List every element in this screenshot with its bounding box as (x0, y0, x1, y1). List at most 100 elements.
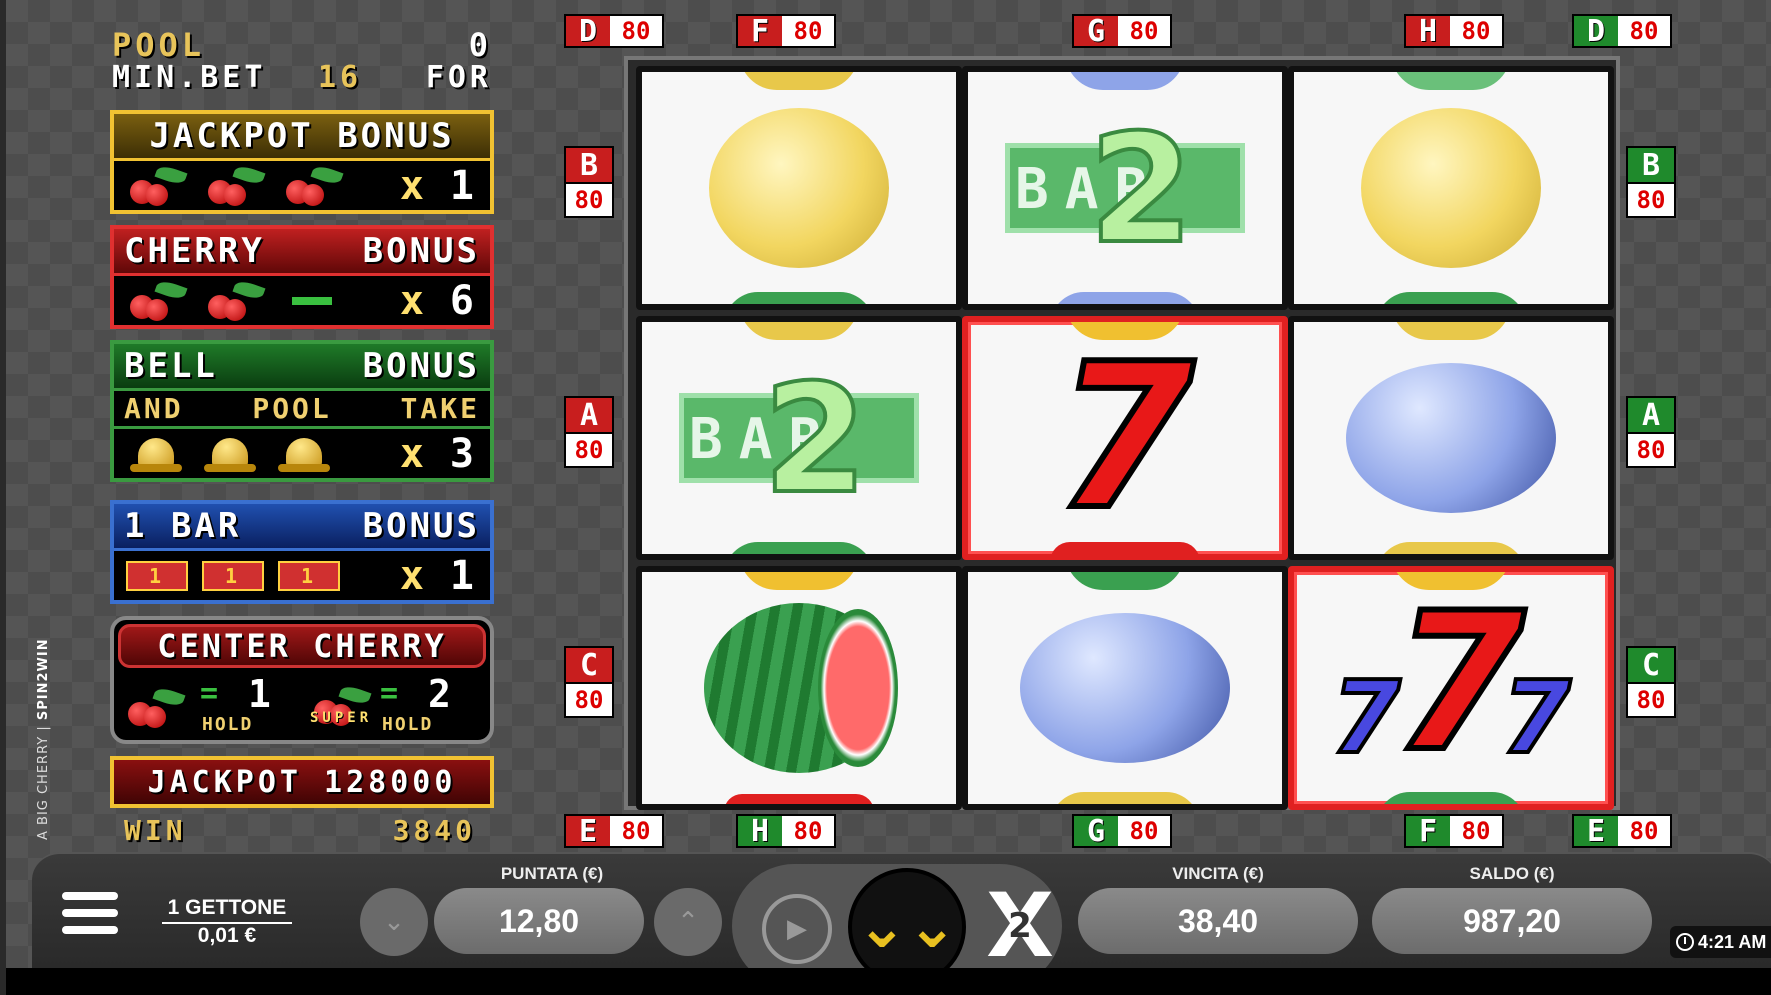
min-bet-suffix: FOR (425, 60, 492, 95)
autoplay-button[interactable]: ▶ (762, 894, 832, 964)
min-bet-row: MIN.BET 16 FOR (112, 60, 492, 96)
line-bet: 80 (610, 816, 662, 846)
game-title: A BIG CHERRY (36, 735, 51, 840)
bet-decrease-button[interactable]: ⌄ (360, 888, 428, 956)
cherry-bonus-header: CHERRY BONUS (114, 229, 490, 273)
bar-number: 2 (761, 351, 869, 529)
line-bet: 80 (564, 184, 614, 218)
reel-cell-red-seven-winning: 7 (962, 316, 1288, 560)
bar-2-icon: BAR 2 (679, 351, 919, 529)
line-bet: 80 (1626, 684, 1676, 718)
line-letter: D (566, 14, 610, 49)
equals-sign: = (380, 676, 403, 711)
double-up-button[interactable]: X 2 (982, 882, 1058, 970)
line-bet: 80 (1450, 816, 1502, 846)
line-marker-top: F 80 (736, 14, 836, 49)
game-stage: POOL 0 MIN.BET 16 FOR JACKPOT BONUS x1 C… (0, 0, 1771, 995)
win-value-display: 38,40 (1078, 888, 1358, 954)
clock-icon (1676, 933, 1694, 951)
pool-value: 0 (468, 26, 492, 64)
menu-button[interactable] (62, 892, 118, 942)
win-row: WIN 3840 (124, 814, 476, 850)
line-letter: E (1574, 814, 1618, 849)
coin-value-selector[interactable]: 1 GETTONE 0,01 € (162, 896, 292, 948)
win-caption: VINCITA (€) (1172, 864, 1264, 883)
plum-icon (1346, 363, 1556, 513)
bell-bonus-subtitle: AND POOL TAKE (114, 388, 490, 426)
jackpot-display: JACKPOT 128000 (110, 756, 494, 808)
equals-sign: = (200, 676, 223, 711)
bell-icon (274, 434, 334, 474)
bet-increase-button[interactable]: ⌃ (654, 888, 722, 956)
min-bet-label: MIN.BET (112, 60, 267, 95)
line-marker-bottom: G 80 (1072, 814, 1172, 849)
bell-sub-word: POOL (252, 392, 332, 425)
line-marker-top: D 80 (1572, 14, 1672, 49)
center-cherry-super-value: 2 (428, 672, 455, 716)
one-bar-icon: 1 (126, 560, 188, 591)
bet-value-display: 12,80 (434, 888, 644, 954)
line-letter: H (738, 814, 782, 849)
pool-row: POOL 0 (112, 26, 492, 64)
coin-label: 1 GETTONE (162, 896, 292, 924)
balance-caption: SALDO (€) (1469, 864, 1555, 883)
line-letter: C (1626, 646, 1676, 684)
line-marker-right: B 80 (1626, 146, 1676, 218)
line-bet: 80 (564, 684, 614, 718)
line-bet: 80 (1626, 434, 1676, 468)
jackpot-bonus-combo: x1 (114, 158, 490, 210)
line-marker-top: H 80 (1404, 14, 1504, 49)
bar-bonus-title: 1 BAR (124, 506, 242, 546)
line-marker-left: C 80 (564, 646, 614, 718)
chevron-down-icon: ⌄ (383, 907, 405, 937)
line-letter: E (566, 814, 610, 849)
cherry-icon (204, 162, 268, 208)
multiply-sign: x (399, 162, 428, 209)
line-letter: G (1074, 814, 1118, 849)
cherry-bonus-multiplier: 6 (449, 277, 478, 324)
watermelon-icon (704, 603, 898, 773)
line-bet: 80 (1118, 16, 1170, 46)
center-cherry-title: CENTER CHERRY (118, 624, 486, 668)
balance-value-display: 987,20 (1372, 888, 1652, 954)
reel-cell-bar-2: BAR 2 (636, 316, 962, 560)
x2-number: 2 (1008, 906, 1032, 946)
bar-bonus-title-suffix: BONUS (362, 506, 480, 546)
line-letter: B (564, 146, 614, 184)
cherry-bonus-combo: x6 (114, 273, 490, 325)
win-value: 3840 (392, 814, 476, 847)
line-bet: 80 (1118, 816, 1170, 846)
bar-number: 2 (1087, 101, 1195, 279)
line-letter: G (1074, 14, 1118, 49)
line-marker-bottom: F 80 (1404, 814, 1504, 849)
line-marker-right: A 80 (1626, 396, 1676, 468)
bell-bonus-multiplier: 3 (449, 430, 478, 477)
line-marker-top: D 80 (564, 14, 664, 49)
bell-bonus-title-suffix: BONUS (362, 346, 480, 386)
hold-label: HOLD (382, 714, 434, 735)
red-seven-glyph: 7 (1390, 572, 1528, 793)
bar-bonus-header: 1 BAR BONUS (114, 504, 490, 548)
play-loop-icon: ▶ (787, 914, 807, 944)
chevron-up-icon: ⌃ (677, 907, 699, 937)
bell-sub-word: TAKE (400, 392, 480, 425)
line-letter: F (1406, 814, 1450, 849)
reel-cell-plum (1288, 316, 1614, 560)
clock-time: 4:21 AM (1698, 931, 1767, 952)
center-cherry-normal: = 1 HOLD (120, 672, 290, 740)
bar-bonus-multiplier: 1 (449, 552, 478, 599)
line-marker-left: A 80 (564, 396, 614, 468)
line-bet: 80 (1626, 184, 1676, 218)
lemon-icon (709, 108, 889, 268)
any-symbol-dash-icon (292, 296, 332, 305)
cherry-bonus-title: CHERRY (124, 231, 265, 271)
bar-2-icon: BAR 2 (1005, 101, 1245, 279)
clock: 4:21 AM (1670, 926, 1771, 958)
multiply-sign: x (399, 552, 428, 599)
line-letter: B (1626, 146, 1676, 184)
reel-cell-watermelon (636, 566, 962, 810)
line-bet: 80 (1618, 816, 1670, 846)
red-seven-icon: 7 (1052, 321, 1197, 554)
one-bar-icon: 1 (202, 560, 264, 591)
bell-bonus-panel: BELL BONUS AND POOL TAKE x3 (110, 340, 494, 482)
